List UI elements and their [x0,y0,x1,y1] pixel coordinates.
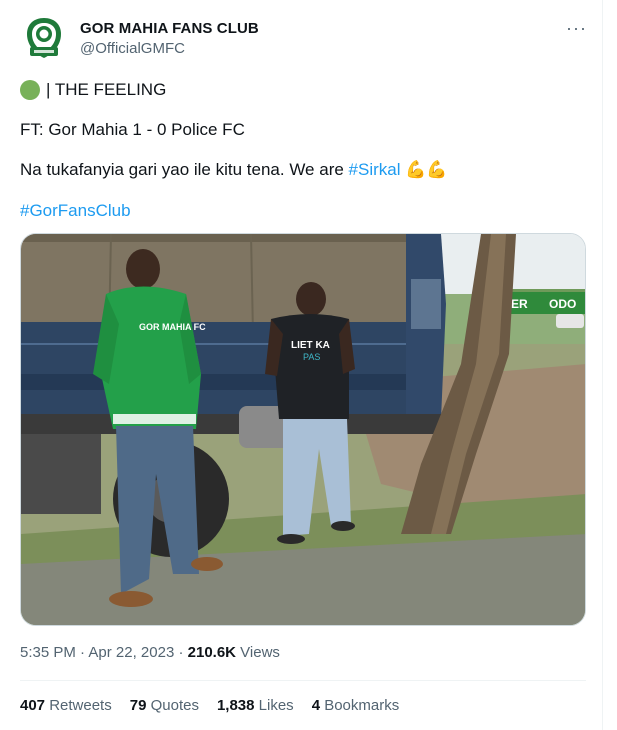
tweet-meta: 5:35 PM · Apr 22, 2023 · 210.6K Views [20,644,280,661]
author-display-name[interactable]: GOR MAHIA FANS CLUB [80,20,259,37]
sign-text-left: ER [511,297,528,311]
more-options-icon[interactable]: ··· [566,18,587,39]
tweet-line-3: Na tukafanyia gari yao ile kitu tena. We… [20,160,448,180]
roadside-sign: ER ODO [506,292,585,314]
tweet-headline: | THE FEELING [46,80,167,99]
quotes-label: Quotes [146,697,199,714]
retweets-count: 407 [20,697,46,714]
likes-stat[interactable]: 1,838 Likes [217,697,294,714]
engagement-stats: 407 Retweets 79 Quotes 1,838 Likes 4 Boo… [20,697,399,714]
avatar[interactable] [20,14,68,62]
views-count: 210.6K [187,644,237,661]
sign-text-right: ODO [549,297,576,311]
retweets-label: Retweets [45,697,112,714]
tweet-line-1: | THE FEELING [20,80,166,100]
tweet-card: GOR MAHIA FANS CLUB @OfficialGMFC ··· | … [0,0,603,730]
views-label: Views [236,644,280,661]
hashtag-gorfansclub[interactable]: #GorFansClub [20,201,131,220]
bookmarks-stat[interactable]: 4 Bookmarks [312,697,400,714]
quotes-count: 79 [129,697,147,714]
photo-scene: ER ODO GOR MAHIA FC LIET KA PAS [21,234,585,625]
retweets-stat[interactable]: 407 Retweets [20,697,112,714]
green-circle-icon [20,80,40,100]
tweet-line-4: #GorFansClub [20,201,131,221]
flexed-biceps-icon: 💪💪 [405,160,448,179]
shirt-text-1: LIET KA [291,340,330,351]
meta-separator: · [174,644,188,661]
meta-separator: · [75,644,89,661]
tweet-date[interactable]: Apr 22, 2023 [88,644,174,661]
hashtag-sirkal[interactable]: #Sirkal [349,160,401,179]
author-handle[interactable]: @OfficialGMFC [80,40,185,57]
tweet-score-line: FT: Gor Mahia 1 - 0 Police FC [20,120,245,139]
bookmarks-count: 4 [311,697,321,714]
divider [20,680,586,681]
likes-label: Likes [254,697,294,714]
jacket-text: GOR MAHIA FC [139,322,206,332]
quotes-stat[interactable]: 79 Quotes [130,697,199,714]
tweet-photo[interactable]: ER ODO GOR MAHIA FC LIET KA PAS [20,233,586,626]
tweet-time[interactable]: 5:35 PM [20,644,76,661]
likes-count: 1,838 [216,697,255,714]
shirt-text-2: PAS [303,352,320,362]
tweet-body-text: Na tukafanyia gari yao ile kitu tena. We… [20,160,349,179]
bookmarks-label: Bookmarks [320,697,400,714]
